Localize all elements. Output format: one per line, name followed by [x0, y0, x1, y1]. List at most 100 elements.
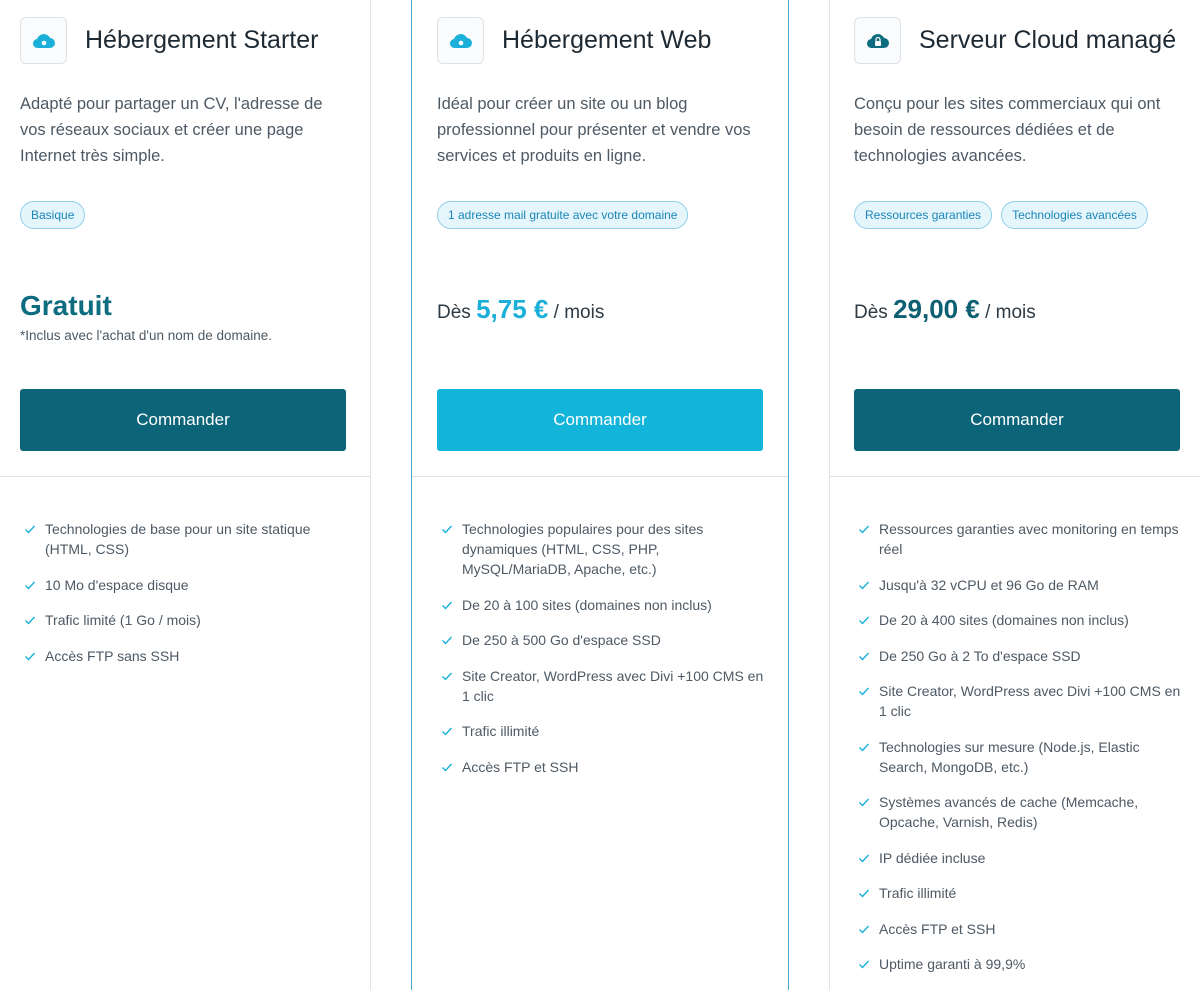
plan-price: Dès 29,00 € / mois: [854, 294, 1036, 325]
feature-text: De 250 à 500 Go d'espace SSD: [462, 632, 661, 648]
feature-text: De 250 Go à 2 To d'espace SSD: [879, 647, 1081, 664]
plan-description: Idéal pour créer un site ou un blog prof…: [437, 95, 751, 165]
check-icon: [859, 581, 870, 590]
check-icon: [442, 672, 453, 681]
check-icon: [859, 652, 870, 661]
feature-item: Trafic limité (1 Go / mois): [22, 610, 352, 630]
price-amount: 29,00 €: [893, 294, 980, 324]
feature-item: Accès FTP sans SSH: [22, 646, 352, 666]
feature-item: 10 Mo d'espace disque: [22, 575, 352, 595]
plan-card-cloud: Serveur Cloud managé Conçu pour les site…: [829, 0, 1200, 990]
check-icon: [859, 925, 870, 934]
check-icon: [859, 798, 870, 807]
feature-item: De 20 à 400 sites (domaines non inclus): [856, 610, 1186, 630]
feature-item: Trafic illimité: [439, 721, 769, 741]
feature-text: Accès FTP et SSH: [879, 920, 996, 937]
check-icon: [25, 525, 36, 534]
feature-list: Technologies de base pour un site statiq…: [22, 519, 352, 681]
divider: [830, 476, 1200, 477]
feature-text: Site Creator, WordPress avec Divi +100 C…: [879, 683, 1181, 719]
feature-item: Site Creator, WordPress avec Divi +100 C…: [856, 681, 1186, 721]
feature-text: Site Creator, WordPress avec Divi +100 C…: [462, 667, 764, 704]
check-icon: [442, 727, 453, 736]
feature-text: Jusqu'à 32 vCPU et 96 Go de RAM: [879, 576, 1099, 593]
plan-card-starter: Hébergement Starter Adapté pour partager…: [0, 0, 371, 990]
check-icon: [859, 616, 870, 625]
divider: [0, 476, 370, 477]
feature-text: 10 Mo d'espace disque: [45, 576, 189, 593]
feature-item: Technologies sur mesure (Node.js, Elasti…: [856, 737, 1186, 777]
plan-description: Adapté pour partager un CV, l'adresse de…: [20, 95, 323, 165]
plan-card-web: Hébergement Web Idéal pour créer un site…: [411, 0, 789, 990]
check-icon: [442, 525, 453, 534]
feature-text: Trafic limité (1 Go / mois): [45, 612, 201, 628]
feature-text: Ressources garanties avec monitoring en …: [879, 521, 1179, 557]
plan-tag: Technologies avancées: [1001, 201, 1148, 229]
feature-text: Technologies populaires pour des sites d…: [462, 521, 704, 577]
plan-price-note: *Inclus avec l'achat d'un nom de domaine…: [20, 328, 273, 343]
plan-price: Dès 5,75 € / mois: [437, 294, 604, 325]
check-icon: [442, 636, 453, 645]
check-icon: [859, 960, 870, 969]
plan-title: Hébergement Web: [502, 26, 712, 54]
feature-text: De 20 à 400 sites (domaines non inclus): [879, 612, 1129, 628]
feature-item: Technologies de base pour un site statiq…: [22, 519, 352, 559]
cloud-icon: [437, 17, 484, 64]
divider: [412, 476, 788, 477]
feature-item: IP dédiée incluse: [856, 848, 1186, 868]
plan-tag: Ressources garanties: [854, 201, 993, 229]
check-icon: [859, 854, 870, 863]
feature-text: Technologies de base pour un site statiq…: [45, 521, 311, 557]
check-icon: [442, 601, 453, 610]
cloud-icon: [20, 17, 67, 64]
check-icon: [859, 687, 870, 696]
feature-list: Ressources garanties avec monitoring en …: [856, 519, 1186, 990]
plan-tag: 1 adresse mail gratuite avec votre domai…: [437, 201, 689, 229]
feature-text: Uptime garanti à 99,9%: [879, 956, 1026, 972]
price-amount: 5,75 €: [476, 294, 549, 324]
plan-tag: Basique: [20, 201, 86, 229]
price-suffix: / mois: [985, 302, 1036, 323]
check-icon: [859, 743, 870, 752]
order-button[interactable]: Commander: [437, 389, 763, 451]
feature-text: Accès FTP sans SSH: [45, 647, 180, 664]
order-button[interactable]: Commander: [20, 389, 346, 451]
check-icon: [442, 763, 453, 772]
check-icon: [859, 889, 870, 898]
feature-text: IP dédiée incluse: [879, 849, 986, 866]
feature-item: Site Creator, WordPress avec Divi +100 C…: [439, 666, 769, 706]
feature-item: Uptime garanti à 99,9%: [856, 954, 1186, 974]
feature-text: Trafic illimité: [879, 885, 957, 901]
feature-list: Technologies populaires pour des sites d…: [439, 519, 769, 792]
price-prefix: Dès: [437, 302, 471, 323]
feature-item: Technologies populaires pour des sites d…: [439, 519, 769, 579]
feature-text: Accès FTP et SSH: [462, 758, 579, 775]
feature-text: Technologies sur mesure (Node.js, Elasti…: [879, 738, 1140, 775]
feature-item: Systèmes avancés de cache (Memcache, Opc…: [856, 792, 1186, 832]
feature-item: Accès FTP et SSH: [439, 757, 769, 777]
feature-item: Jusqu'à 32 vCPU et 96 Go de RAM: [856, 575, 1186, 595]
check-icon: [25, 616, 36, 625]
plan-price: Gratuit: [20, 290, 112, 321]
check-icon: [859, 525, 870, 534]
plan-description: Conçu pour les sites commerciaux qui ont…: [854, 95, 1161, 165]
price-prefix: Dès: [854, 302, 888, 323]
check-icon: [25, 652, 36, 661]
plan-title: Serveur Cloud managé: [919, 26, 1177, 54]
plan-title: Hébergement Starter: [85, 26, 319, 54]
feature-item: Trafic illimité: [856, 883, 1186, 903]
feature-text: Systèmes avancés de cache (Memcache, Opc…: [879, 794, 1139, 830]
feature-item: Accès FTP et SSH: [856, 919, 1186, 939]
cloud-lock-icon: [854, 17, 901, 64]
feature-item: De 20 à 100 sites (domaines non inclus): [439, 595, 769, 615]
plan-tags: 1 adresse mail gratuite avec votre domai…: [437, 201, 689, 229]
order-button[interactable]: Commander: [854, 389, 1180, 451]
plan-tags: Basique: [20, 201, 86, 229]
feature-text: De 20 à 100 sites (domaines non inclus): [462, 596, 712, 613]
price-suffix: / mois: [553, 302, 605, 323]
feature-text: Trafic illimité: [462, 723, 540, 739]
feature-item: De 250 à 500 Go d'espace SSD: [439, 630, 769, 650]
feature-item: Ressources garanties avec monitoring en …: [856, 519, 1186, 559]
feature-item: De 250 Go à 2 To d'espace SSD: [856, 646, 1186, 666]
check-icon: [25, 581, 36, 590]
